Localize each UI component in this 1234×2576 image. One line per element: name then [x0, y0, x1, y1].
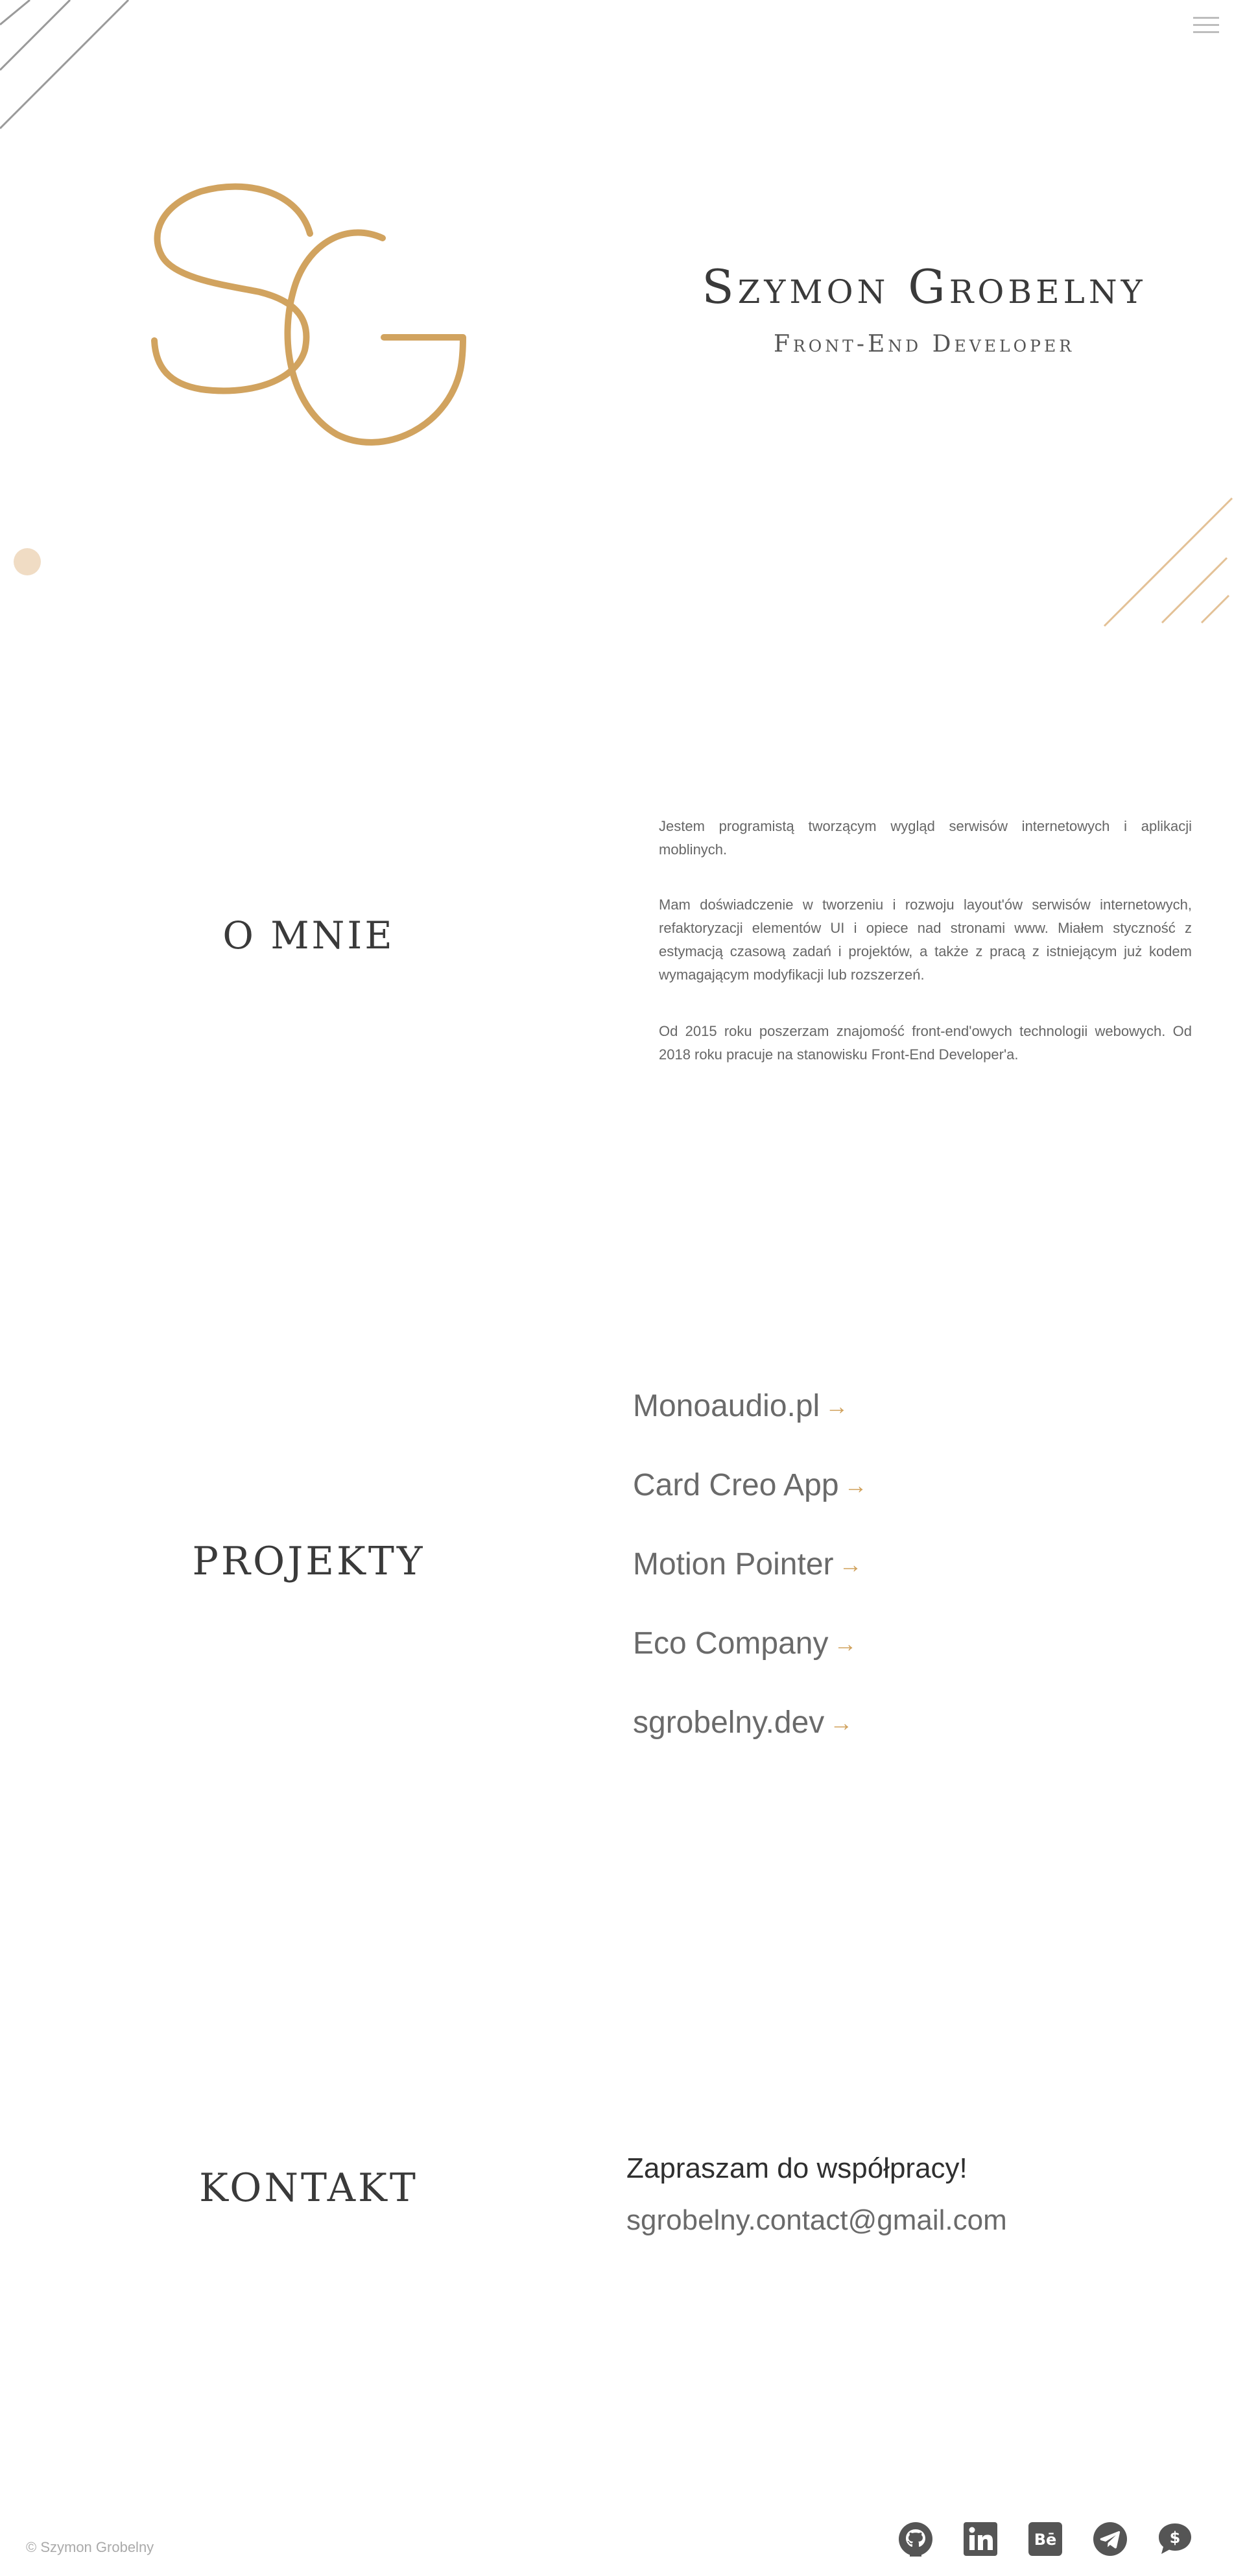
decorative-circle — [14, 548, 41, 575]
arrow-right-icon: → — [844, 1471, 868, 1499]
project-link-sgrobelny-dev[interactable]: sgrobelny.dev → — [633, 1705, 853, 1740]
arrow-right-icon: → — [833, 1630, 857, 1657]
behance-icon[interactable]: Bē — [1028, 2522, 1063, 2557]
projects-title: PROJEKTY — [192, 1539, 425, 1584]
project-link-eco-company[interactable]: Eco Company → — [633, 1626, 857, 1661]
project-link-card-creo-app[interactable]: Card Creo App → — [633, 1467, 868, 1503]
about-paragraph-3: Od 2015 roku poszerzam znajomość front-e… — [659, 1023, 1192, 1063]
arrow-right-icon: → — [829, 1709, 853, 1736]
project-label: Monoaudio.pl — [633, 1389, 820, 1423]
logo — [151, 183, 466, 446]
about-paragraph-1: Jestem programistą tworzącym wygląd serw… — [659, 818, 1192, 858]
project-label: sgrobelny.dev — [633, 1705, 825, 1740]
svg-text:Bē: Bē — [1034, 2531, 1057, 2549]
svg-text:$: $ — [1170, 2529, 1181, 2547]
project-label: Eco Company — [633, 1626, 829, 1661]
copyright-text: © Szymon Grobelny — [26, 2539, 154, 2555]
about-title: O MNIE — [222, 913, 395, 957]
arrow-right-icon: → — [825, 1392, 849, 1419]
hamburger-menu-icon[interactable] — [1191, 12, 1222, 38]
contact-email-link[interactable]: sgrobelny.contact@gmail.com — [626, 2204, 1007, 2237]
project-link-motion-pointer[interactable]: Motion Pointer → — [633, 1547, 862, 1582]
contact-title: KONTAKT — [199, 2165, 418, 2211]
contact-heading: Zapraszam do współpracy! — [626, 2152, 967, 2184]
linkedin-icon[interactable] — [963, 2522, 998, 2557]
hero-role: Front-End Developer — [773, 331, 1075, 357]
project-link-monoaudio[interactable]: Monoaudio.pl → — [633, 1388, 848, 1424]
decorative-lines-top-left — [0, 0, 130, 130]
project-label: Card Creo App — [633, 1468, 839, 1502]
decorative-lines-right — [1103, 497, 1233, 627]
telegram-icon[interactable] — [1093, 2522, 1128, 2557]
github-icon[interactable] — [898, 2522, 933, 2557]
arrow-right-icon: → — [838, 1550, 862, 1578]
project-label: Motion Pointer — [633, 1547, 834, 1582]
dollar-chat-icon[interactable]: $ — [1157, 2522, 1192, 2557]
hero-name: Szymon Grobelny — [702, 259, 1146, 314]
about-paragraph-2: Mam doświadczenie w tworzeniu i rozwoju … — [659, 897, 1192, 983]
